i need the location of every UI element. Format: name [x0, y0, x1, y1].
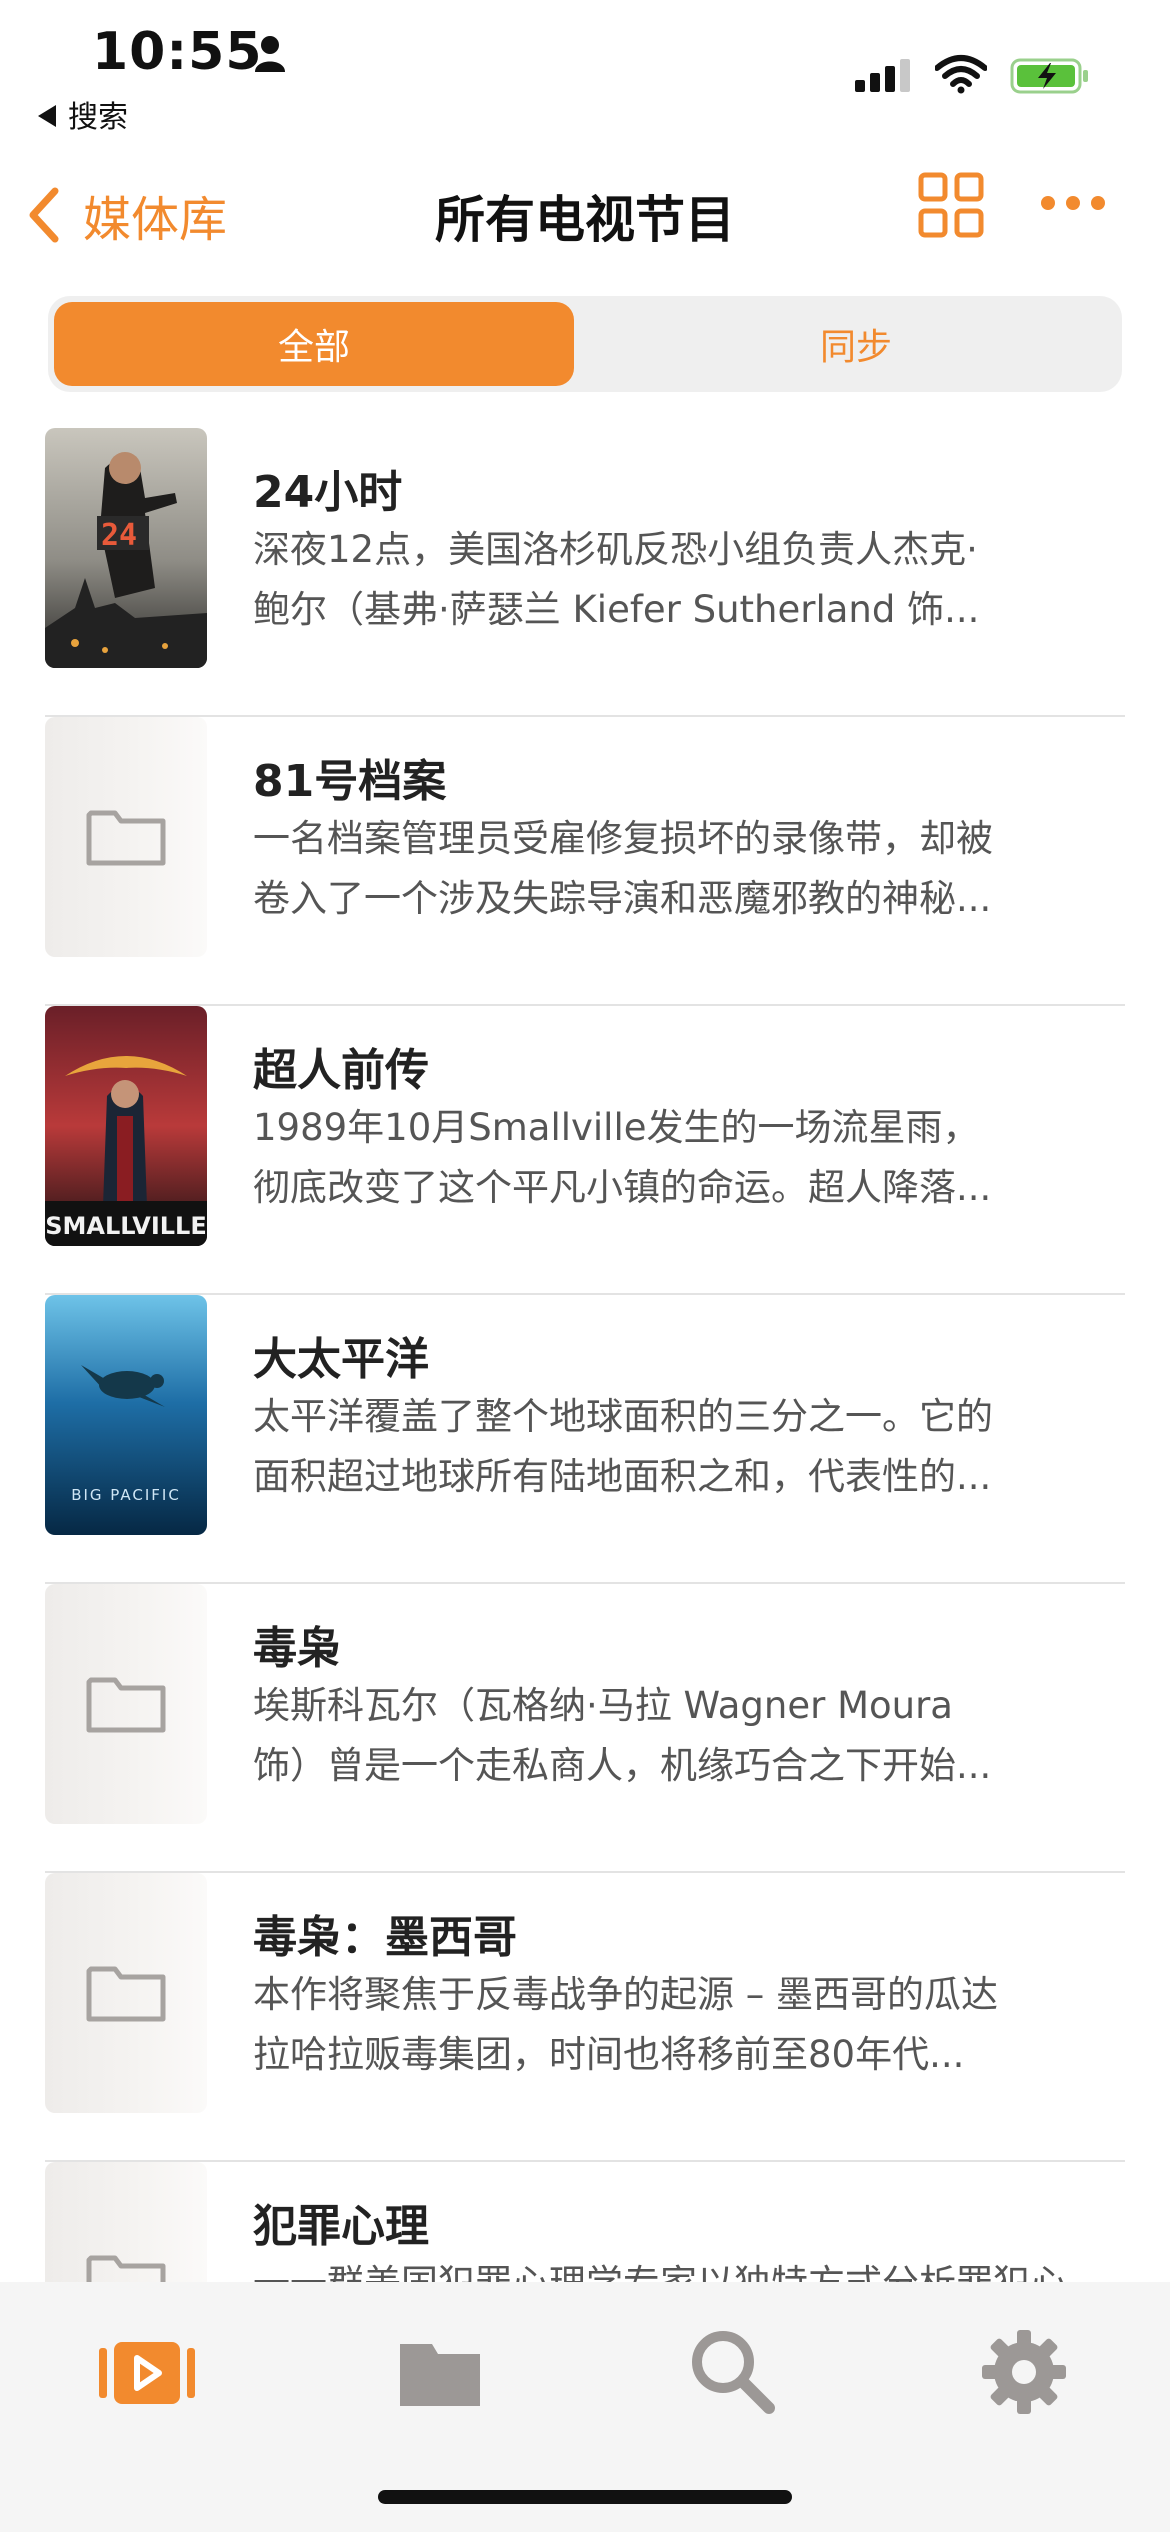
item-title: 大太平洋 — [253, 1334, 429, 1385]
item-description: 本作将聚焦于反毒战争的起源 – 墨西哥的瓜达 拉哈拉贩毒集团，时间也将移前至80… — [253, 1965, 1133, 2085]
poster-big-pacific-title: BIG PACIFIC — [71, 1486, 181, 1504]
search-icon — [692, 2331, 775, 2414]
list-item[interactable]: 毒枭 埃斯科瓦尔（瓦格纳·马拉 Wagner Moura 饰）曾是一个走私商人，… — [45, 1584, 1125, 1873]
folder-icon — [86, 1677, 166, 1733]
item-desc-line2: 卷入了一个涉及失踪导演和恶魔邪教的神秘... — [253, 877, 992, 920]
item-title: 犯罪心理 — [253, 2201, 429, 2252]
person-icon — [255, 36, 285, 72]
item-title: 81号档案 — [253, 756, 447, 807]
item-title: 24小时 — [253, 467, 403, 518]
item-description: 埃斯科瓦尔（瓦格纳·马拉 Wagner Moura 饰）曾是一个走私商人，机缘巧… — [253, 1676, 1133, 1796]
poster-smallville-image: SMALLVILLE — [45, 1006, 207, 1246]
list-item[interactable]: 81号档案 一名档案管理员受雇修复损坏的录像带，却被 卷入了一个涉及失踪导演和恶… — [45, 717, 1125, 1006]
folder-icon — [86, 1966, 166, 2022]
segment-all[interactable]: 全部 — [54, 302, 574, 386]
poster-smallville: SMALLVILLE — [45, 1006, 207, 1246]
grid-view-icon[interactable] — [918, 172, 984, 238]
back-to-library-button[interactable]: 媒体库 — [25, 180, 227, 250]
poster-24-number: 24 — [101, 518, 137, 553]
tab-settings[interactable] — [974, 2322, 1074, 2422]
poster-big-pacific-image: BIG PACIFIC — [45, 1295, 207, 1535]
status-bar: 10:55 搜索 — [0, 0, 1170, 135]
poster-placeholder — [45, 1873, 207, 2113]
item-desc-line1: 深夜12点，美国洛杉矶反恐小组负责人杰克· — [253, 528, 978, 571]
poster-24-image: 24 — [45, 428, 207, 668]
tab-folders[interactable] — [390, 2322, 490, 2422]
back-to-search-label: 搜索 — [68, 100, 128, 135]
segmented-control: 全部 同步 — [48, 296, 1122, 392]
poster-smallville-title: SMALLVILLE — [45, 1212, 207, 1240]
folder-icon — [86, 810, 166, 866]
gear-icon — [982, 2330, 1066, 2414]
back-to-search-link[interactable]: 搜索 — [38, 92, 128, 136]
item-desc-line1: 1989年10月Smallville发生的一场流星雨， — [253, 1106, 980, 1149]
folder-icon — [400, 2344, 480, 2406]
item-title: 毒枭 — [253, 1623, 341, 1674]
battery-charging-icon — [1010, 58, 1088, 94]
home-indicator — [378, 2490, 792, 2504]
item-desc-line1: 本作将聚焦于反毒战争的起源 – 墨西哥的瓜达 — [253, 1973, 999, 2016]
item-desc-line2: 饰）曾是一个走私商人，机缘巧合之下开始... — [253, 1744, 992, 1787]
back-triangle-icon — [38, 104, 56, 127]
list-item[interactable]: SMALLVILLE 超人前传 1989年10月Smallville发生的一场流… — [45, 1006, 1125, 1295]
list-item[interactable]: 24 24小时 深夜12点，美国洛杉矶反恐小组负责人杰克· 鲍尔（基弗·萨瑟兰 … — [45, 428, 1125, 717]
item-description: 一名档案管理员受雇修复损坏的录像带，却被 卷入了一个涉及失踪导演和恶魔邪教的神秘… — [253, 809, 1133, 929]
item-desc-line1: 埃斯科瓦尔（瓦格纳·马拉 Wagner Moura — [253, 1684, 953, 1727]
poster-big-pacific: BIG PACIFIC — [45, 1295, 207, 1535]
list-item[interactable]: BIG PACIFIC 大太平洋 太平洋覆盖了整个地球面积的三分之一。它的 面积… — [45, 1295, 1125, 1584]
item-title: 超人前传 — [253, 1045, 429, 1096]
poster-placeholder — [45, 1584, 207, 1824]
more-options-icon[interactable] — [1038, 188, 1108, 218]
item-title: 毒枭：墨西哥 — [253, 1912, 517, 1963]
item-desc-line2: 面积超过地球所有陆地面积之和，代表性的... — [253, 1455, 992, 1498]
item-desc-line1: 一名档案管理员受雇修复损坏的录像带，却被 — [253, 817, 993, 860]
item-description: 深夜12点，美国洛杉矶反恐小组负责人杰克· 鲍尔（基弗·萨瑟兰 Kiefer S… — [253, 520, 1133, 640]
wifi-icon — [935, 55, 987, 94]
tab-library[interactable] — [97, 2322, 197, 2422]
item-description: 1989年10月Smallville发生的一场流星雨， 彻底改变了这个平凡小镇的… — [253, 1098, 1133, 1218]
item-description: 太平洋覆盖了整个地球面积的三分之一。它的 面积超过地球所有陆地面积之和，代表性的… — [253, 1387, 1133, 1507]
cellular-signal-icon — [855, 59, 910, 92]
item-desc-line2: 拉哈拉贩毒集团，时间也将移前至80年代... — [253, 2033, 965, 2076]
item-desc-line2: 彻底改变了这个平凡小镇的命运。超人降落... — [253, 1166, 992, 1209]
status-time: 10:55 — [92, 22, 263, 82]
list-item[interactable]: 毒枭：墨西哥 本作将聚焦于反毒战争的起源 – 墨西哥的瓜达 拉哈拉贩毒集团，时间… — [45, 1873, 1125, 2162]
back-button-label: 媒体库 — [83, 192, 228, 248]
segment-sync[interactable]: 同步 — [596, 302, 1116, 386]
chevron-left-icon — [29, 187, 59, 243]
poster-placeholder — [45, 717, 207, 957]
item-desc-line1: 太平洋覆盖了整个地球面积的三分之一。它的 — [253, 1395, 993, 1438]
poster-24: 24 — [45, 428, 207, 668]
navigation-bar: 媒体库 所有电视节目 — [0, 160, 1170, 260]
item-desc-line2: 鲍尔（基弗·萨瑟兰 Kiefer Sutherland 饰... — [253, 588, 980, 631]
tab-search[interactable] — [683, 2322, 783, 2422]
play-library-icon — [99, 2342, 195, 2404]
